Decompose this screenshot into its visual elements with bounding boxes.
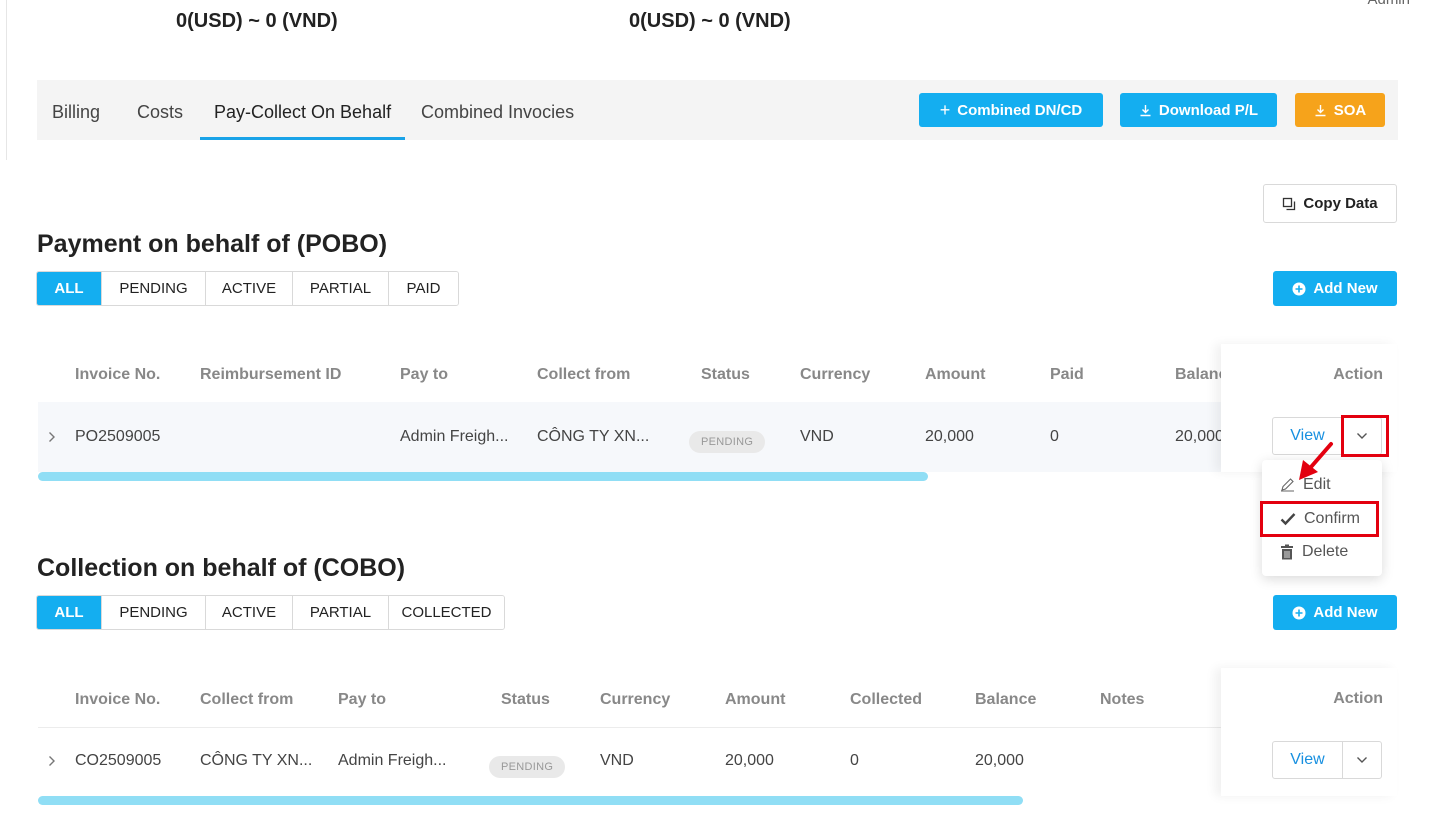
col-reimbursement-id: Reimbursement ID <box>200 366 342 383</box>
cell-currency: VND <box>600 752 634 769</box>
pobo-filter-all[interactable]: ALL <box>37 272 101 305</box>
table-row[interactable]: CO2509005 CÔNG TY XN... Admin Freigh... … <box>38 726 1396 796</box>
col-collect-from: Collect from <box>200 691 294 708</box>
plus-circle-icon <box>1292 606 1306 619</box>
tab-billing[interactable]: Billing <box>38 80 114 140</box>
expand-chevron-icon[interactable] <box>48 402 56 472</box>
col-collected: Collected <box>850 691 923 708</box>
left-divider <box>6 0 7 160</box>
col-collect-from: Collect from <box>537 366 631 383</box>
cell-amount: 20,000 <box>925 428 974 445</box>
col-amount: Amount <box>725 691 786 708</box>
pobo-table-header: Invoice No. Reimbursement ID Pay to Coll… <box>38 346 1396 403</box>
col-balance: Balance <box>975 691 1037 708</box>
tab-combined-invoices[interactable]: Combined Invocies <box>407 80 588 140</box>
col-pay-to: Pay to <box>338 691 387 708</box>
cell-invoice-no: CO2509005 <box>75 752 162 769</box>
total-left: 0(USD) ~ 0 (VND) <box>176 10 338 32</box>
download-icon <box>1315 104 1326 116</box>
cell-collect-from: CÔNG TY XN... <box>200 752 313 769</box>
cell-balance: 20,000 <box>975 752 1024 769</box>
status-badge: PENDING <box>689 431 766 453</box>
cell-amount: 20,000 <box>725 752 774 769</box>
dropdown-toggle[interactable] <box>1343 742 1381 778</box>
highlight-box-dropdown <box>1341 415 1389 457</box>
view-button[interactable]: View <box>1273 742 1343 778</box>
col-amount: Amount <box>925 366 986 383</box>
copy-icon <box>1283 197 1296 210</box>
cell-collected: 0 <box>850 752 859 769</box>
pobo-filter-group: ALL PENDING ACTIVE PARTIAL PAID <box>36 271 459 306</box>
pobo-add-new-button[interactable]: Add New <box>1273 271 1397 306</box>
pobo-filter-partial[interactable]: PARTIAL <box>292 272 388 305</box>
cobo-action-column: Action View <box>1221 668 1397 796</box>
cobo-filter-all[interactable]: ALL <box>37 596 101 629</box>
annotation-arrow-icon <box>1299 442 1333 480</box>
cobo-title: Collection on behalf of (COBO) <box>37 554 406 582</box>
cobo-table-header: Invoice No. Collect from Pay to Status C… <box>38 671 1396 728</box>
tab-costs[interactable]: Costs <box>123 80 197 140</box>
cell-paid: 0 <box>1050 428 1059 445</box>
status-badge: PENDING <box>489 756 566 778</box>
trash-icon <box>1281 544 1293 559</box>
edit-icon <box>1281 478 1294 492</box>
cobo-filter-partial[interactable]: PARTIAL <box>292 596 388 629</box>
col-pay-to: Pay to <box>400 366 449 383</box>
highlight-box-confirm <box>1260 501 1379 537</box>
table-row[interactable]: PO2509005 Admin Freigh... CÔNG TY XN... … <box>38 402 1396 472</box>
plus-circle-icon <box>1292 282 1306 295</box>
expand-chevron-icon[interactable] <box>48 726 56 796</box>
cobo-add-new-button[interactable]: Add New <box>1273 595 1397 630</box>
copy-data-button[interactable]: Copy Data <box>1263 184 1397 223</box>
col-invoice-no: Invoice No. <box>75 366 161 383</box>
menu-item-delete[interactable]: Delete <box>1262 535 1382 568</box>
pobo-filter-pending[interactable]: PENDING <box>101 272 205 305</box>
col-notes: Notes <box>1100 691 1145 708</box>
col-status: Status <box>701 366 750 383</box>
cobo-filter-pending[interactable]: PENDING <box>101 596 205 629</box>
cell-currency: VND <box>800 428 834 445</box>
cell-pay-to: Admin Freigh... <box>338 752 447 769</box>
cobo-horizontal-scrollbar[interactable] <box>38 796 1023 805</box>
combined-dn-cd-button[interactable]: + Combined DN/CD <box>919 93 1103 127</box>
col-action: Action <box>1333 690 1383 707</box>
cobo-filter-collected[interactable]: COLLECTED <box>388 596 504 629</box>
pobo-horizontal-scrollbar[interactable] <box>38 472 928 481</box>
col-action: Action <box>1333 366 1383 383</box>
total-right: 0(USD) ~ 0 (VND) <box>629 10 791 32</box>
col-status: Status <box>501 691 550 708</box>
soa-button[interactable]: SOA <box>1295 93 1385 127</box>
cell-invoice-no: PO2509005 <box>75 428 161 445</box>
cell-pay-to: Admin Freigh... <box>400 428 509 445</box>
plus-icon: + <box>939 99 951 120</box>
cobo-action-split-button: View <box>1272 741 1382 779</box>
col-paid: Paid <box>1050 366 1084 383</box>
col-invoice-no: Invoice No. <box>75 691 161 708</box>
cobo-filter-group: ALL PENDING ACTIVE PARTIAL COLLECTED <box>36 595 505 630</box>
col-currency: Currency <box>600 691 671 708</box>
pobo-filter-active[interactable]: ACTIVE <box>205 272 292 305</box>
cobo-filter-active[interactable]: ACTIVE <box>205 596 292 629</box>
user-name: Admin <box>1367 0 1410 8</box>
col-currency: Currency <box>800 366 871 383</box>
chevron-down-icon <box>1357 757 1367 763</box>
download-pl-button[interactable]: Download P/L <box>1120 93 1277 127</box>
cell-collect-from: CÔNG TY XN... <box>537 428 650 445</box>
tab-pay-collect-on-behalf[interactable]: Pay-Collect On Behalf <box>200 80 406 140</box>
pobo-filter-paid[interactable]: PAID <box>388 272 458 305</box>
pobo-title: Payment on behalf of (POBO) <box>37 230 388 258</box>
cell-balance: 20,000 <box>1175 428 1224 445</box>
download-icon <box>1140 104 1151 116</box>
